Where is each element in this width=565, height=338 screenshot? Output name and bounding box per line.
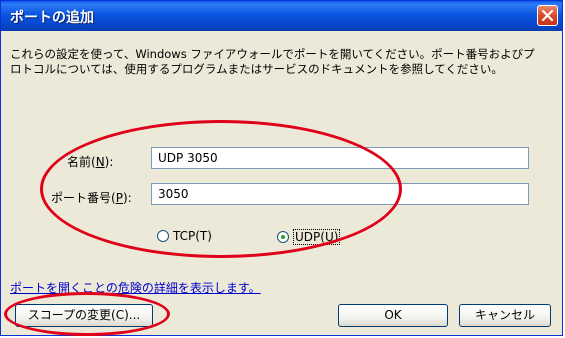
tcp-radio-label: TCP(T) (173, 229, 212, 243)
udp-radio-indicator[interactable] (277, 231, 289, 243)
change-scope-button[interactable]: スコープの変更(C)... (15, 304, 153, 327)
name-label: 名前(N): (67, 155, 114, 169)
description-text: これらの設定を使って、Windows ファイアウォールでポートを開いてください。… (10, 47, 555, 77)
udp-radio[interactable]: UDP(U) (277, 229, 341, 245)
close-icon (541, 9, 554, 22)
description-line-1: これらの設定を使って、Windows ファイアウォールでポートを開いてください。… (10, 47, 535, 61)
close-button[interactable] (537, 5, 558, 26)
tcp-radio-indicator[interactable] (157, 230, 169, 242)
tcp-radio[interactable]: TCP(T) (157, 229, 212, 243)
cancel-button[interactable]: キャンセル (459, 304, 551, 327)
add-port-dialog: ポートの追加 これらの設定を使って、Windows ファイアウォールでポートを開… (0, 0, 563, 336)
name-input[interactable]: UDP 3050 (151, 147, 529, 169)
description-line-2: ロトコルについては、使用するプログラムまたはサービスのドキュメントを参照してくだ… (10, 62, 503, 76)
port-number-label: ポート番号(P): (51, 191, 132, 205)
port-number-input[interactable]: 3050 (151, 183, 529, 205)
dialog-title: ポートの追加 (10, 10, 94, 26)
ok-button[interactable]: OK (338, 304, 448, 327)
port-risk-link[interactable]: ポートを開くことの危険の詳細を表示します。 (10, 279, 261, 296)
udp-radio-label: UDP(U) (293, 229, 341, 245)
title-bar[interactable]: ポートの追加 (1, 1, 562, 31)
